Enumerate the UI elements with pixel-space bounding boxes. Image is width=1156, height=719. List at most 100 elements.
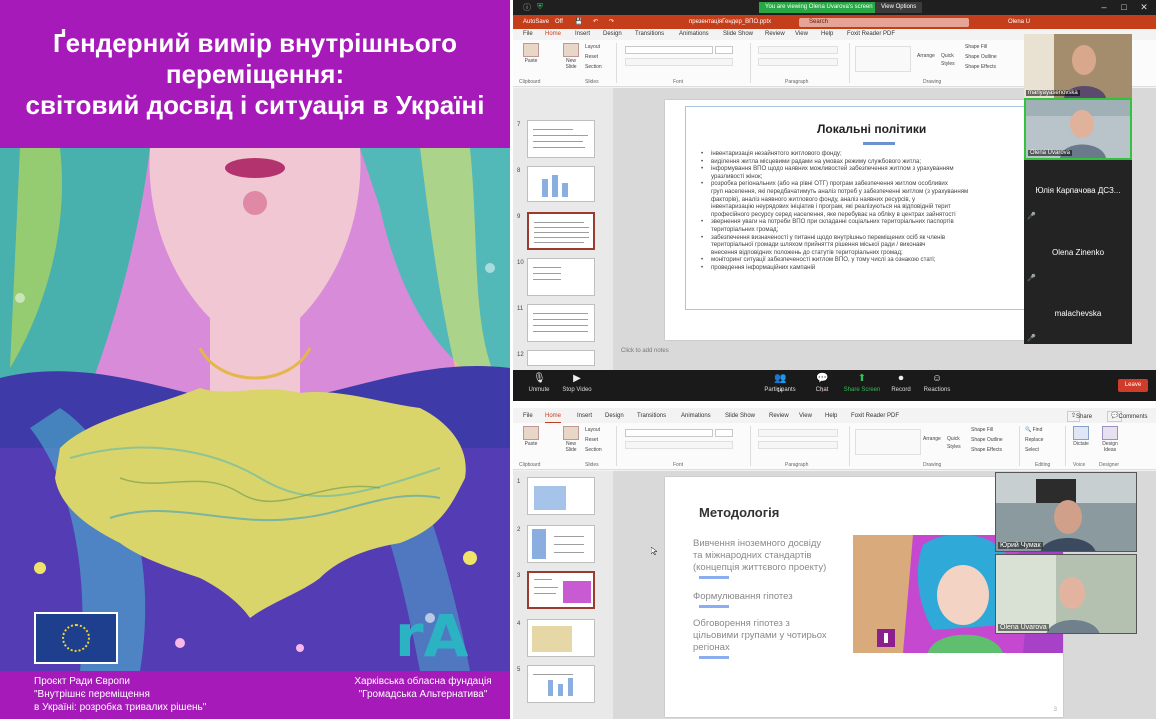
menu-foxit[interactable]: Foxit Reader PDF bbox=[851, 411, 899, 422]
save-icon[interactable]: 💾 bbox=[575, 15, 582, 29]
reset-button[interactable]: Reset bbox=[585, 53, 598, 61]
layout-button[interactable]: Layout bbox=[585, 43, 600, 51]
menu-help[interactable]: Help bbox=[825, 411, 837, 422]
paragraph-row-2[interactable] bbox=[758, 441, 838, 449]
notes-placeholder[interactable]: Click to add notes bbox=[621, 348, 669, 354]
undo-icon[interactable]: ↶ bbox=[593, 15, 598, 29]
shape-outline-button[interactable]: Shape Outline bbox=[971, 436, 1003, 444]
participant-video[interactable]: Olena Uvarova bbox=[995, 554, 1137, 634]
menu-slide-show[interactable]: Slide Show bbox=[723, 29, 753, 40]
slide-thumbnail[interactable] bbox=[527, 525, 595, 563]
menu-file[interactable]: File bbox=[523, 411, 533, 422]
view-options-button[interactable]: View Options bbox=[875, 2, 923, 13]
menu-design[interactable]: Design bbox=[603, 29, 622, 40]
slide-local-policies[interactable]: Локальні політики інвентаризація незайня… bbox=[665, 100, 1061, 340]
menu-home[interactable]: Home bbox=[545, 411, 562, 423]
stop-video-button[interactable]: ▶ Stop Video bbox=[555, 373, 599, 393]
search-input[interactable]: Search bbox=[799, 18, 969, 27]
dictate-button[interactable]: Dictate bbox=[1069, 426, 1093, 447]
autosave-toggle[interactable]: Off bbox=[555, 15, 563, 29]
shape-effects-button[interactable]: Shape Effects bbox=[965, 63, 996, 71]
section-button[interactable]: Section bbox=[585, 446, 602, 454]
menu-view[interactable]: View bbox=[799, 411, 812, 422]
slide-thumbnail-selected[interactable] bbox=[527, 212, 595, 250]
shapes-gallery[interactable] bbox=[855, 429, 921, 455]
font-name-box[interactable] bbox=[625, 429, 713, 437]
quick-styles-button[interactable]: Quick Styles bbox=[947, 435, 969, 451]
paste-button[interactable]: Paste bbox=[521, 43, 541, 64]
participant-tile[interactable]: Olena Zinenko 🎤 bbox=[1024, 222, 1132, 284]
slide-thumbnail[interactable] bbox=[527, 166, 595, 202]
layout-button[interactable]: Layout bbox=[585, 426, 600, 434]
arrange-button[interactable]: Arrange bbox=[923, 435, 941, 443]
menu-review[interactable]: Review bbox=[769, 411, 789, 422]
paste-button[interactable]: Paste bbox=[521, 426, 541, 447]
shape-fill-button[interactable]: Shape Fill bbox=[971, 426, 993, 434]
paragraph-row-2[interactable] bbox=[758, 58, 838, 66]
user-name[interactable]: Olena U bbox=[1008, 15, 1030, 29]
menu-design[interactable]: Design bbox=[605, 411, 624, 422]
find-button[interactable]: 🔍 Find bbox=[1025, 426, 1042, 434]
shape-fill-button[interactable]: Shape Fill bbox=[965, 43, 987, 51]
share-screen-button[interactable]: ⬆ Share Screen bbox=[840, 373, 884, 393]
font-name-box[interactable] bbox=[625, 46, 713, 54]
font-format-row[interactable] bbox=[625, 58, 733, 66]
arrange-button[interactable]: Arrange bbox=[917, 52, 935, 60]
ra-logo: rA bbox=[395, 602, 469, 670]
participant-video-active[interactable]: Olena Uvarova bbox=[1024, 98, 1132, 160]
redo-icon[interactable]: ↷ bbox=[609, 15, 614, 29]
shield-icon[interactable]: ⛨ bbox=[537, 2, 543, 12]
menu-transitions[interactable]: Transitions bbox=[637, 411, 666, 422]
menu-help[interactable]: Help bbox=[821, 29, 833, 40]
slide-thumbnail[interactable] bbox=[527, 120, 595, 158]
participant-tile[interactable]: malachevska 🎤 bbox=[1024, 284, 1132, 344]
new-slide-button[interactable]: New Slide bbox=[561, 426, 581, 453]
slide-thumbnail[interactable] bbox=[527, 665, 595, 703]
slide-thumbnail[interactable] bbox=[527, 304, 595, 342]
reactions-button[interactable]: ☺ Reactions bbox=[915, 373, 959, 393]
close-icon[interactable]: ✕ bbox=[1138, 1, 1150, 13]
menu-insert[interactable]: Insert bbox=[577, 411, 592, 422]
comments-button[interactable]: 💬 Comments bbox=[1107, 411, 1148, 422]
select-button[interactable]: Select bbox=[1025, 446, 1039, 454]
paragraph-row-1[interactable] bbox=[758, 46, 838, 54]
participant-tile[interactable]: Юлія Карпачова ДСЗ... 🎤 bbox=[1024, 160, 1132, 222]
menu-transitions[interactable]: Transitions bbox=[635, 29, 664, 40]
participant-video[interactable]: Юрий Чумак bbox=[995, 472, 1137, 552]
slide-thumbnail[interactable] bbox=[527, 258, 595, 296]
menu-review[interactable]: Review bbox=[765, 29, 785, 40]
minimize-icon[interactable]: – bbox=[1098, 1, 1110, 13]
shapes-gallery[interactable] bbox=[855, 46, 911, 72]
menu-animations[interactable]: Animations bbox=[679, 29, 709, 40]
slide-thumbnail-selected[interactable] bbox=[527, 571, 595, 609]
menu-file[interactable]: File bbox=[523, 29, 533, 40]
maximize-icon[interactable]: □ bbox=[1118, 1, 1130, 13]
menu-animations[interactable]: Animations bbox=[681, 411, 711, 422]
menu-foxit[interactable]: Foxit Reader PDF bbox=[847, 29, 895, 40]
slide-thumbnail[interactable] bbox=[527, 477, 595, 515]
quick-styles-button[interactable]: Quick Styles bbox=[941, 52, 963, 68]
replace-button[interactable]: Replace bbox=[1025, 436, 1043, 444]
menu-view[interactable]: View bbox=[795, 29, 808, 40]
section-button[interactable]: Section bbox=[585, 63, 602, 71]
font-size-box[interactable] bbox=[715, 46, 733, 54]
info-icon[interactable]: ⓘ bbox=[523, 2, 531, 13]
paragraph-row-1[interactable] bbox=[758, 429, 838, 437]
font-format-row[interactable] bbox=[625, 441, 733, 449]
participant-name: Olena Uvarova bbox=[1028, 150, 1073, 156]
participant-video[interactable]: mariyayasenovska bbox=[1024, 34, 1132, 98]
new-slide-button[interactable]: New Slide bbox=[561, 43, 581, 70]
leave-button[interactable]: Leave bbox=[1118, 379, 1148, 392]
share-button[interactable]: ⇪ Share bbox=[1067, 411, 1092, 422]
chat-button[interactable]: 💬1 Chat bbox=[800, 373, 844, 394]
design-ideas-button[interactable]: Design Ideas bbox=[1097, 426, 1123, 453]
menu-slide-show[interactable]: Slide Show bbox=[725, 411, 755, 422]
font-size-box[interactable] bbox=[715, 429, 733, 437]
slide-thumbnail[interactable] bbox=[527, 350, 595, 366]
reset-button[interactable]: Reset bbox=[585, 436, 598, 444]
shape-outline-button[interactable]: Shape Outline bbox=[965, 53, 997, 61]
shape-effects-button[interactable]: Shape Effects bbox=[971, 446, 1002, 454]
participants-button[interactable]: 👥14 Participants bbox=[758, 373, 802, 394]
slide-thumbnail[interactable] bbox=[527, 619, 595, 657]
menu-insert[interactable]: Insert bbox=[575, 29, 590, 40]
